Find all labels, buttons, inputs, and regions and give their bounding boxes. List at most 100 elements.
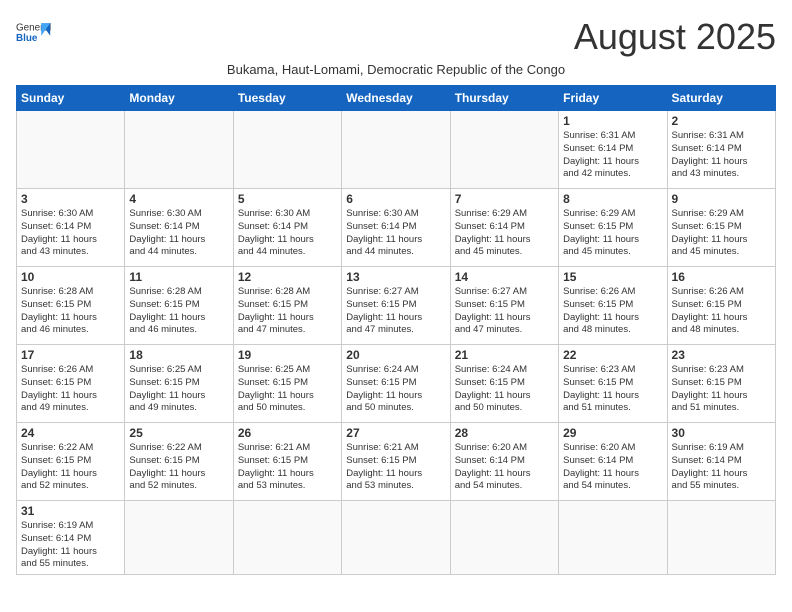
day-info: Sunrise: 6:31 AM Sunset: 6:14 PM Dayligh… xyxy=(672,130,771,181)
day-info: Sunrise: 6:24 AM Sunset: 6:15 PM Dayligh… xyxy=(346,364,445,415)
weekday-header-monday: Monday xyxy=(125,86,233,111)
weekday-header-row: SundayMondayTuesdayWednesdayThursdayFrid… xyxy=(17,86,776,111)
day-info: Sunrise: 6:21 AM Sunset: 6:15 PM Dayligh… xyxy=(346,442,445,493)
calendar-cell: 20 Sunrise: 6:24 AM Sunset: 6:15 PM Dayli… xyxy=(342,345,450,423)
month-title: August 2025 xyxy=(574,16,776,58)
day-info: Sunrise: 6:20 AM Sunset: 6:14 PM Dayligh… xyxy=(563,442,662,493)
day-number: 4 xyxy=(129,192,228,206)
calendar-cell: 18 Sunrise: 6:25 AM Sunset: 6:15 PM Dayli… xyxy=(125,345,233,423)
calendar-cell xyxy=(559,501,667,575)
day-number: 23 xyxy=(672,348,771,362)
calendar-cell: 8 Sunrise: 6:29 AM Sunset: 6:15 PM Daylig… xyxy=(559,189,667,267)
day-number: 12 xyxy=(238,270,337,284)
weekday-header-thursday: Thursday xyxy=(450,86,558,111)
calendar-cell: 25 Sunrise: 6:22 AM Sunset: 6:15 PM Dayli… xyxy=(125,423,233,501)
day-info: Sunrise: 6:28 AM Sunset: 6:15 PM Dayligh… xyxy=(21,286,120,337)
day-info: Sunrise: 6:22 AM Sunset: 6:15 PM Dayligh… xyxy=(21,442,120,493)
day-info: Sunrise: 6:30 AM Sunset: 6:14 PM Dayligh… xyxy=(129,208,228,259)
day-number: 19 xyxy=(238,348,337,362)
calendar-week-row: 17Sunrise: 6:26 AM Sunset: 6:15 PM Dayli… xyxy=(17,345,776,423)
day-info: Sunrise: 6:30 AM Sunset: 6:14 PM Dayligh… xyxy=(346,208,445,259)
day-number: 18 xyxy=(129,348,228,362)
day-info: Sunrise: 6:27 AM Sunset: 6:15 PM Dayligh… xyxy=(455,286,554,337)
day-info: Sunrise: 6:25 AM Sunset: 6:15 PM Dayligh… xyxy=(129,364,228,415)
calendar-subtitle: Bukama, Haut-Lomami, Democratic Republic… xyxy=(16,62,776,77)
calendar-cell: 30Sunrise: 6:19 AM Sunset: 6:14 PM Dayli… xyxy=(667,423,775,501)
calendar-cell xyxy=(450,501,558,575)
calendar-cell: 6 Sunrise: 6:30 AM Sunset: 6:14 PM Daylig… xyxy=(342,189,450,267)
day-number: 3 xyxy=(21,192,120,206)
day-number: 21 xyxy=(455,348,554,362)
calendar-week-row: 1Sunrise: 6:31 AM Sunset: 6:14 PM Daylig… xyxy=(17,111,776,189)
day-number: 26 xyxy=(238,426,337,440)
calendar-cell: 3 Sunrise: 6:30 AM Sunset: 6:14 PM Daylig… xyxy=(17,189,125,267)
day-info: Sunrise: 6:19 AM Sunset: 6:14 PM Dayligh… xyxy=(21,520,120,571)
day-number: 25 xyxy=(129,426,228,440)
day-info: Sunrise: 6:26 AM Sunset: 6:15 PM Dayligh… xyxy=(672,286,771,337)
logo: General Blue xyxy=(16,16,52,52)
day-info: Sunrise: 6:20 AM Sunset: 6:14 PM Dayligh… xyxy=(455,442,554,493)
day-number: 20 xyxy=(346,348,445,362)
day-info: Sunrise: 6:23 AM Sunset: 6:15 PM Dayligh… xyxy=(563,364,662,415)
calendar-cell: 29 Sunrise: 6:20 AM Sunset: 6:14 PM Dayli… xyxy=(559,423,667,501)
page-header: General Blue August 2025 xyxy=(16,16,776,58)
calendar-cell: 12 Sunrise: 6:28 AM Sunset: 6:15 PM Dayli… xyxy=(233,267,341,345)
day-number: 24 xyxy=(21,426,120,440)
day-number: 15 xyxy=(563,270,662,284)
day-info: Sunrise: 6:29 AM Sunset: 6:15 PM Dayligh… xyxy=(563,208,662,259)
calendar-week-row: 31 Sunrise: 6:19 AM Sunset: 6:14 PM Dayli… xyxy=(17,501,776,575)
day-info: Sunrise: 6:22 AM Sunset: 6:15 PM Dayligh… xyxy=(129,442,228,493)
day-info: Sunrise: 6:31 AM Sunset: 6:14 PM Dayligh… xyxy=(563,130,662,181)
day-number: 11 xyxy=(129,270,228,284)
day-number: 13 xyxy=(346,270,445,284)
calendar-cell xyxy=(450,111,558,189)
day-number: 27 xyxy=(346,426,445,440)
day-number: 8 xyxy=(563,192,662,206)
weekday-header-sunday: Sunday xyxy=(17,86,125,111)
day-number: 2 xyxy=(672,114,771,128)
calendar-cell: 31 Sunrise: 6:19 AM Sunset: 6:14 PM Dayli… xyxy=(17,501,125,575)
calendar-cell: 28Sunrise: 6:20 AM Sunset: 6:14 PM Dayli… xyxy=(450,423,558,501)
weekday-header-tuesday: Tuesday xyxy=(233,86,341,111)
day-number: 14 xyxy=(455,270,554,284)
day-number: 29 xyxy=(563,426,662,440)
day-number: 6 xyxy=(346,192,445,206)
calendar-cell: 10Sunrise: 6:28 AM Sunset: 6:15 PM Dayli… xyxy=(17,267,125,345)
day-number: 30 xyxy=(672,426,771,440)
general-blue-logo-icon: General Blue xyxy=(16,16,52,52)
day-info: Sunrise: 6:28 AM Sunset: 6:15 PM Dayligh… xyxy=(238,286,337,337)
calendar-cell: 7 Sunrise: 6:29 AM Sunset: 6:14 PM Daylig… xyxy=(450,189,558,267)
day-number: 22 xyxy=(563,348,662,362)
calendar-cell: 13Sunrise: 6:27 AM Sunset: 6:15 PM Dayli… xyxy=(342,267,450,345)
day-info: Sunrise: 6:29 AM Sunset: 6:14 PM Dayligh… xyxy=(455,208,554,259)
day-number: 16 xyxy=(672,270,771,284)
calendar-week-row: 10Sunrise: 6:28 AM Sunset: 6:15 PM Dayli… xyxy=(17,267,776,345)
day-number: 9 xyxy=(672,192,771,206)
calendar-week-row: 24 Sunrise: 6:22 AM Sunset: 6:15 PM Dayli… xyxy=(17,423,776,501)
calendar-cell: 14 Sunrise: 6:27 AM Sunset: 6:15 PM Dayli… xyxy=(450,267,558,345)
day-number: 17 xyxy=(21,348,120,362)
calendar-cell: 9 Sunrise: 6:29 AM Sunset: 6:15 PM Daylig… xyxy=(667,189,775,267)
day-info: Sunrise: 6:24 AM Sunset: 6:15 PM Dayligh… xyxy=(455,364,554,415)
calendar-cell: 1Sunrise: 6:31 AM Sunset: 6:14 PM Daylig… xyxy=(559,111,667,189)
day-info: Sunrise: 6:26 AM Sunset: 6:15 PM Dayligh… xyxy=(563,286,662,337)
day-info: Sunrise: 6:30 AM Sunset: 6:14 PM Dayligh… xyxy=(21,208,120,259)
calendar-table: SundayMondayTuesdayWednesdayThursdayFrid… xyxy=(16,85,776,575)
day-info: Sunrise: 6:29 AM Sunset: 6:15 PM Dayligh… xyxy=(672,208,771,259)
calendar-cell: 5Sunrise: 6:30 AM Sunset: 6:14 PM Daylig… xyxy=(233,189,341,267)
calendar-cell xyxy=(125,111,233,189)
calendar-cell: 15 Sunrise: 6:26 AM Sunset: 6:15 PM Dayli… xyxy=(559,267,667,345)
day-number: 7 xyxy=(455,192,554,206)
day-info: Sunrise: 6:25 AM Sunset: 6:15 PM Dayligh… xyxy=(238,364,337,415)
calendar-cell: 4 Sunrise: 6:30 AM Sunset: 6:14 PM Daylig… xyxy=(125,189,233,267)
calendar-cell xyxy=(667,501,775,575)
day-number: 31 xyxy=(21,504,120,518)
calendar-cell: 24 Sunrise: 6:22 AM Sunset: 6:15 PM Dayli… xyxy=(17,423,125,501)
calendar-cell: 17Sunrise: 6:26 AM Sunset: 6:15 PM Dayli… xyxy=(17,345,125,423)
calendar-cell: 21 Sunrise: 6:24 AM Sunset: 6:15 PM Dayli… xyxy=(450,345,558,423)
day-info: Sunrise: 6:28 AM Sunset: 6:15 PM Dayligh… xyxy=(129,286,228,337)
calendar-cell xyxy=(342,501,450,575)
calendar-cell xyxy=(125,501,233,575)
calendar-cell: 11 Sunrise: 6:28 AM Sunset: 6:15 PM Dayli… xyxy=(125,267,233,345)
day-info: Sunrise: 6:23 AM Sunset: 6:15 PM Dayligh… xyxy=(672,364,771,415)
